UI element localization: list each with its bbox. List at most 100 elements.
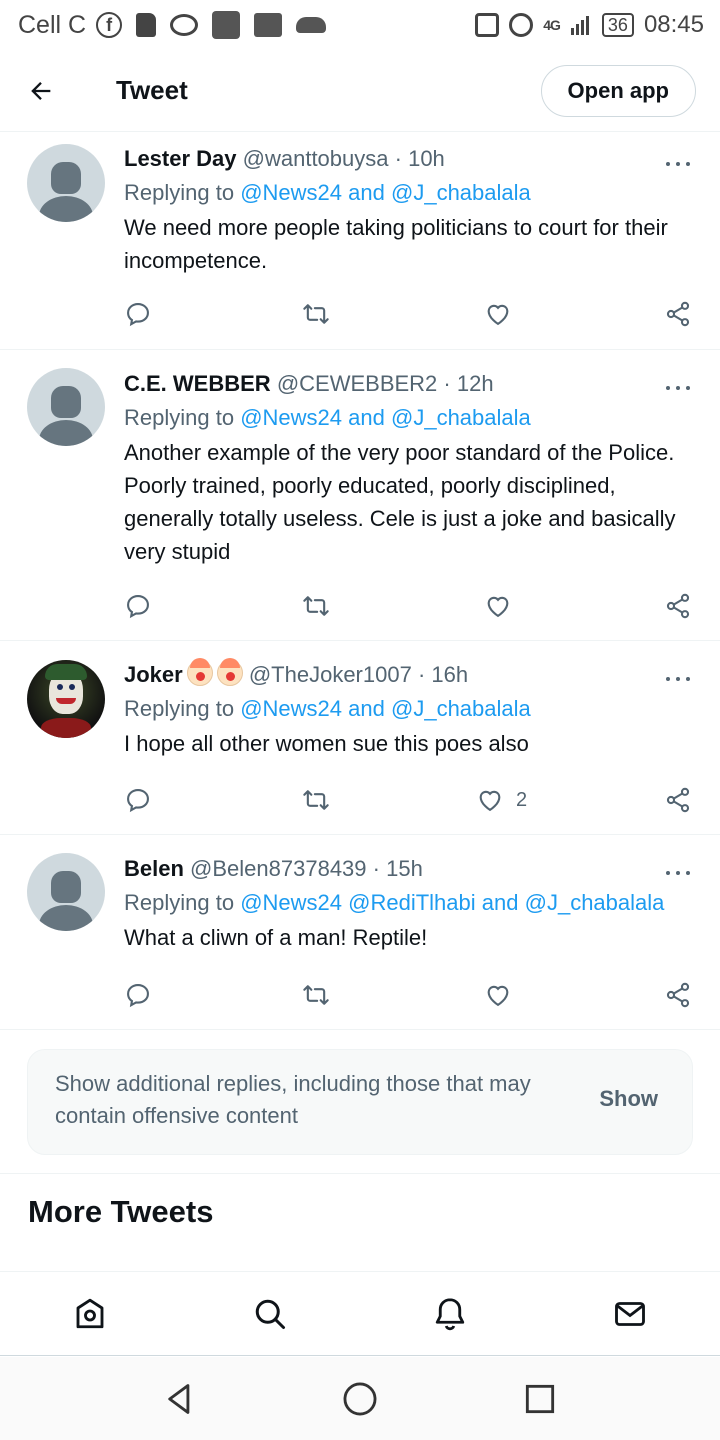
more-options-icon[interactable] — [666, 671, 690, 687]
like-button[interactable] — [484, 296, 524, 332]
like-count: 2 — [516, 788, 528, 811]
show-additional-replies-button[interactable]: Show — [599, 1086, 658, 1112]
like-button[interactable] — [484, 588, 524, 624]
mention-conjunction: and — [481, 890, 519, 915]
tweet-header: Belen @Belen87378439 · 15h — [124, 852, 690, 886]
display-name[interactable]: Lester Day — [124, 146, 237, 171]
cloud-icon — [296, 17, 327, 33]
display-name[interactable]: Belen — [124, 856, 184, 881]
mention-link[interactable]: @J_chabalala — [391, 405, 531, 430]
avatar[interactable] — [27, 368, 105, 446]
share-button[interactable] — [664, 977, 692, 1013]
mention-link[interactable]: @News24 — [240, 890, 342, 915]
tweet-time[interactable]: 10h — [408, 146, 445, 171]
more-options-icon[interactable] — [666, 380, 690, 396]
tweet-text: What a cliwn of a man! Reptile! — [124, 925, 428, 950]
display-name[interactable]: Joker — [124, 662, 183, 687]
top-app-bar: Tweet Open app — [0, 50, 720, 132]
retweet-icon — [303, 985, 329, 1005]
retweet-button[interactable] — [302, 296, 330, 332]
image-icon — [254, 13, 283, 37]
share-icon — [666, 982, 690, 1008]
mention-link[interactable]: @J_chabalala — [391, 180, 531, 205]
reply-tweet[interactable]: Lester Day @wanttobuysa · 10h Replying t… — [0, 132, 720, 350]
carrier-label: Cell C — [18, 10, 87, 39]
user-handle[interactable]: @wanttobuysa — [243, 146, 389, 171]
share-button[interactable] — [664, 588, 692, 624]
nav-search[interactable] — [250, 1294, 290, 1334]
reply-icon — [127, 303, 149, 327]
system-home-button[interactable] — [340, 1379, 380, 1419]
vibrate-icon — [475, 13, 500, 37]
tweet-time[interactable]: 12h — [457, 371, 494, 396]
share-button[interactable] — [664, 296, 692, 332]
user-handle[interactable]: @Belen87378439 — [190, 856, 366, 881]
tweet-time[interactable]: 15h — [386, 856, 423, 881]
tweet-time[interactable]: 16h — [431, 662, 468, 687]
mention-link[interactable]: @News24 — [240, 696, 342, 721]
signal-strength-icon — [570, 16, 589, 35]
share-icon — [666, 593, 690, 619]
share-icon — [666, 301, 690, 327]
tweet-text: I hope all other women sue this poes als… — [124, 731, 529, 756]
reply-tweet[interactable]: Joker @TheJoker1007 · 16h Replying to @N… — [0, 641, 720, 835]
user-handle[interactable]: @TheJoker1007 — [249, 662, 412, 687]
more-options-icon[interactable] — [666, 156, 690, 172]
display-name[interactable]: C.E. WEBBER — [124, 371, 271, 396]
divider — [0, 1173, 720, 1174]
network-type-label: 4G — [543, 17, 561, 33]
mention-link[interactable]: @J_chabalala — [391, 696, 531, 721]
mention-link[interactable]: @J_chabalala — [525, 890, 665, 915]
reply-button[interactable] — [124, 588, 152, 624]
separator-dot: · — [443, 371, 451, 396]
system-recents-button[interactable] — [520, 1379, 560, 1419]
avatar[interactable] — [27, 853, 105, 931]
share-button[interactable] — [664, 782, 692, 818]
mention-link[interactable]: @RediTlhabi — [348, 890, 476, 915]
tweet-actions — [124, 296, 694, 332]
messages-envelope-icon — [615, 1302, 645, 1326]
reply-icon — [127, 789, 149, 813]
tweet-actions — [124, 977, 694, 1013]
reply-button[interactable] — [124, 782, 152, 818]
back-triangle-icon — [168, 1384, 190, 1414]
additional-replies-card[interactable]: Show additional replies, including those… — [27, 1049, 693, 1155]
more-options-icon[interactable] — [666, 865, 690, 881]
nav-messages[interactable] — [610, 1294, 650, 1334]
retweet-icon — [303, 304, 329, 324]
reply-tweet[interactable]: C.E. WEBBER @CEWEBBER2 · 12h Replying to… — [0, 350, 720, 641]
mention-link[interactable]: @News24 — [240, 405, 342, 430]
heart-icon — [487, 304, 509, 326]
avatar[interactable] — [27, 144, 105, 222]
nav-notifications[interactable] — [430, 1294, 470, 1334]
retweet-button[interactable] — [302, 588, 330, 624]
arrow-left-icon — [31, 81, 51, 100]
tweet-text: Another example of the very poor standar… — [124, 440, 676, 564]
reply-button[interactable] — [124, 296, 152, 332]
open-app-button[interactable]: Open app — [540, 64, 696, 117]
search-icon — [255, 1299, 285, 1329]
separator-dot: · — [372, 856, 380, 881]
nav-home[interactable] — [70, 1294, 110, 1334]
tweet-header: Lester Day @wanttobuysa · 10h — [124, 142, 690, 176]
clock: 08:45 — [643, 11, 704, 38]
battery-level: 36 — [607, 15, 628, 35]
like-button[interactable]: 2 — [476, 782, 527, 818]
retweet-icon — [303, 790, 329, 810]
replies-feed: Lester Day @wanttobuysa · 10h Replying t… — [0, 132, 720, 1030]
user-handle[interactable]: @CEWEBBER2 — [277, 371, 437, 396]
retweet-button[interactable] — [302, 977, 330, 1013]
like-button[interactable] — [484, 977, 524, 1013]
retweet-button[interactable] — [302, 782, 330, 818]
share-icon — [666, 787, 690, 813]
reply-tweet[interactable]: Belen @Belen87378439 · 15h Replying to @… — [0, 835, 720, 1030]
system-navigation-bar — [0, 1357, 720, 1440]
mention-link[interactable]: @News24 — [240, 180, 342, 205]
replying-to-label: Replying to — [124, 890, 235, 915]
system-back-button[interactable] — [160, 1379, 200, 1419]
avatar[interactable] — [27, 660, 105, 738]
more-tweets-heading: More Tweets — [28, 1194, 214, 1229]
replying-to-label: Replying to — [124, 180, 235, 205]
reply-button[interactable] — [124, 977, 152, 1013]
back-button[interactable] — [18, 68, 64, 114]
